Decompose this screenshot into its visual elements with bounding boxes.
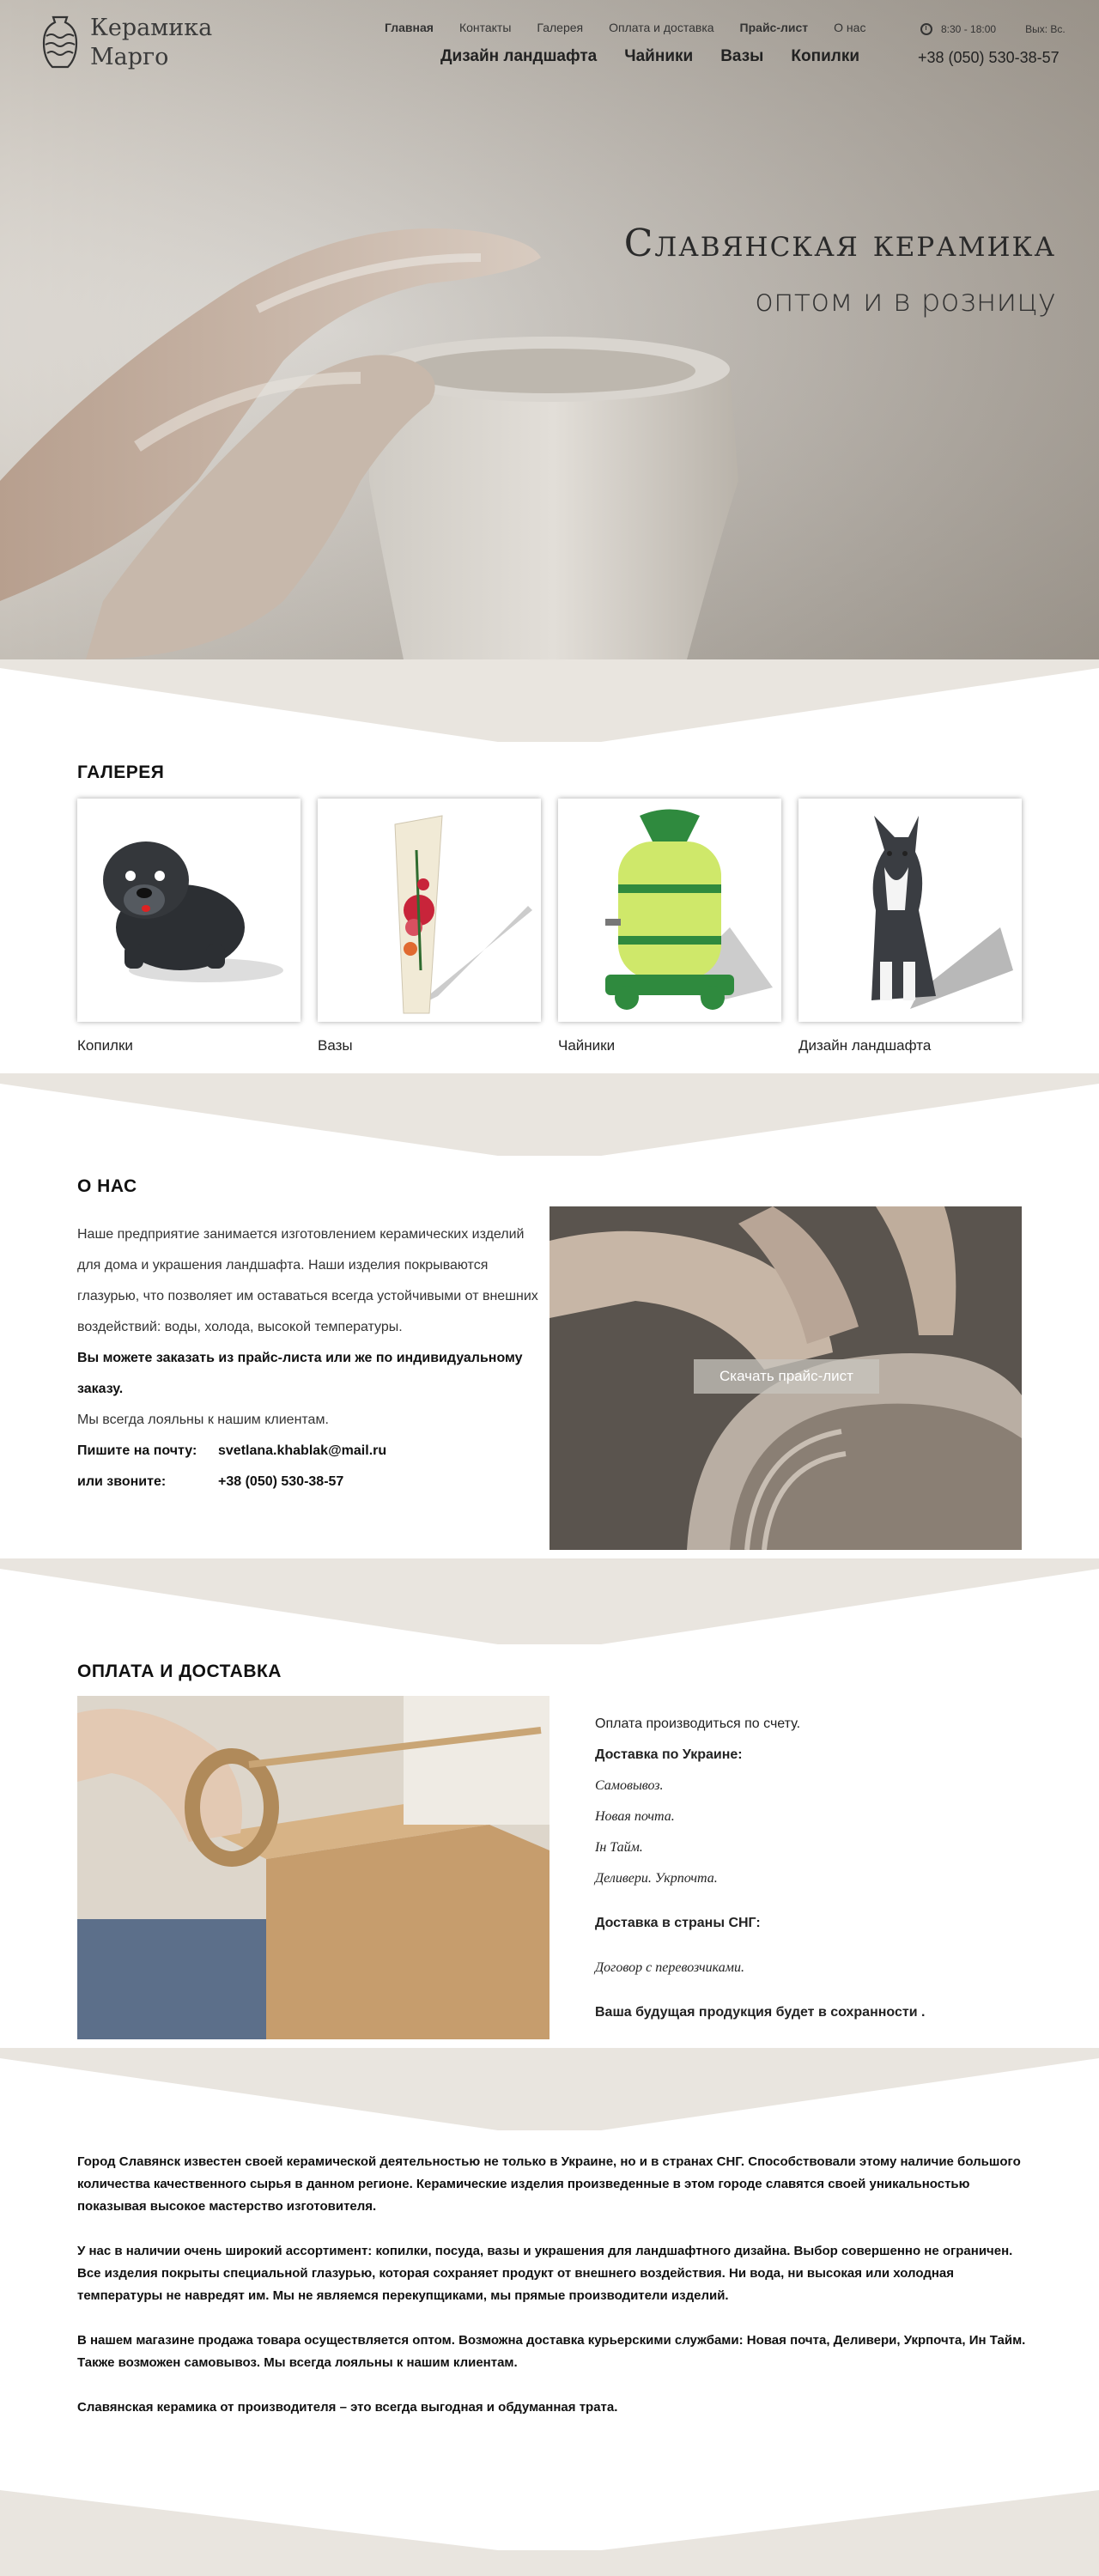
category-nav: Дизайн ландшафта Чайники Вазы Копилки: [440, 47, 887, 66]
logo-line-1: Керамика: [90, 15, 213, 41]
site-header: Керамика Марго Главная Контакты Галерея …: [0, 0, 1099, 82]
payment-line: Ін Тайм.: [595, 1840, 643, 1855]
phone-label: или звоните:: [77, 1474, 167, 1489]
days-off-text: Вых: Вс.: [1025, 23, 1066, 35]
payment-line: Деливери. Укрпочта.: [595, 1871, 718, 1886]
nav-link-vases[interactable]: Вазы: [720, 47, 763, 66]
working-hours: 8:30 - 18:00 Вых: Вс.: [920, 23, 1066, 35]
contact-phone-row: или звоните: +38 (050) 530-38-57: [77, 1467, 541, 1498]
top-nav: Главная Контакты Галерея Оплата и достав…: [385, 21, 891, 34]
gallery-item-teapots[interactable]: Чайники: [558, 799, 781, 1054]
payment-image: [77, 1696, 550, 2039]
gallery-item-vases[interactable]: Вазы: [318, 799, 541, 1054]
hero-subtitle: оптом и в розницу: [754, 283, 1056, 319]
about-text: Наше предприятие занимается изготовление…: [77, 1219, 541, 1498]
payment-info: Оплата производиться по счету. Доставка п…: [595, 1709, 1024, 2028]
email-label: Пишите на почту:: [77, 1443, 197, 1458]
logo-line-2: Марго: [90, 44, 169, 70]
barrel-teapot-image: [605, 809, 773, 1010]
gallery-label[interactable]: Чайники: [558, 1037, 781, 1054]
packing-box-image: [77, 1696, 550, 2039]
payment-line: Доставка по Украине:: [595, 1747, 743, 1762]
nav-link-payment[interactable]: Оплата и доставка: [609, 21, 713, 34]
about-paragraph: Наше предприятие занимается изготовление…: [77, 1227, 538, 1334]
payment-line: Доставка в страны СНГ:: [595, 1916, 761, 1930]
section-divider: [0, 659, 1099, 742]
header-phone[interactable]: +38 (050) 530-38-57: [918, 49, 1060, 67]
husky-figurine-image: [871, 816, 1013, 1009]
gallery-label[interactable]: Копилки: [77, 1037, 301, 1054]
about-heading: О НАС: [77, 1176, 137, 1196]
vase-image: [394, 815, 532, 1014]
seo-paragraph: У нас в наличии очень широкий ассортимен…: [77, 2244, 1013, 2303]
about-pottery-image: Скачать прайс-лист: [550, 1206, 1022, 1550]
hero-title: Славянская керамика: [623, 222, 1056, 265]
nav-link-gallery[interactable]: Галерея: [537, 21, 583, 34]
amphora-logo-icon: [42, 15, 78, 69]
payment-line: Договор с перевозчиками.: [595, 1960, 744, 1975]
phone-link[interactable]: +38 (050) 530-38-57: [218, 1467, 343, 1498]
clock-icon: [920, 23, 932, 35]
gallery-card[interactable]: [77, 799, 301, 1022]
section-divider: [0, 1558, 1099, 1644]
seo-text: Город Славянск известен своей керамическ…: [77, 2151, 1030, 2441]
gallery-item-piggybanks[interactable]: Копилки: [77, 799, 301, 1054]
nav-link-pricelist[interactable]: Прайс-лист: [740, 21, 809, 34]
payment-line: Новая почта.: [595, 1809, 675, 1824]
gallery-item-landscape[interactable]: Дизайн ландшафта: [798, 799, 1022, 1054]
footer-divider: [0, 2490, 1099, 2576]
about-loyal: Мы всегда лояльны к нашим клиентам.: [77, 1413, 329, 1427]
gallery-card[interactable]: [318, 799, 541, 1022]
section-divider: [0, 1073, 1099, 1156]
payment-line: Ваша будущая продукция будет в сохраннос…: [595, 2005, 926, 2020]
seo-paragraph: Славянская керамика от производителя – э…: [77, 2400, 618, 2415]
gallery-label[interactable]: Дизайн ландшафта: [798, 1037, 1022, 1054]
payment-line: Оплата производиться по счету.: [595, 1716, 801, 1731]
nav-link-landscape[interactable]: Дизайн ландшафта: [440, 47, 597, 66]
nav-link-teapots[interactable]: Чайники: [624, 47, 693, 66]
gallery-heading: ГАЛЕРЕЯ: [77, 762, 165, 782]
email-link[interactable]: svetlana.khablak@mail.ru: [218, 1436, 386, 1467]
section-divider: [0, 2048, 1099, 2130]
hero-pottery-image: [0, 0, 1099, 659]
gallery-card[interactable]: [798, 799, 1022, 1022]
dog-piggybank-image: [103, 841, 283, 982]
contact-email-row: Пишите на почту: svetlana.khablak@mail.r…: [77, 1436, 541, 1467]
seo-paragraph: В нашем магазине продажа товара осуществ…: [77, 2333, 1026, 2370]
payment-line: Самовывоз.: [595, 1778, 664, 1793]
seo-paragraph: Город Славянск известен своей керамическ…: [77, 2154, 1021, 2214]
nav-link-contacts[interactable]: Контакты: [459, 21, 511, 34]
about-order-note: Вы можете заказать из прайс-листа или же…: [77, 1351, 523, 1396]
gallery-card[interactable]: [558, 799, 781, 1022]
nav-link-home[interactable]: Главная: [385, 21, 434, 34]
logo[interactable]: Керамика Марго: [39, 14, 212, 72]
gallery-label[interactable]: Вазы: [318, 1037, 541, 1054]
hero-banner: Славянская керамика оптом и в розницу: [0, 0, 1099, 659]
nav-link-piggybanks[interactable]: Копилки: [791, 47, 859, 66]
hours-text: 8:30 - 18:00: [941, 23, 997, 35]
page: Славянская керамика оптом и в розницу Ке…: [0, 0, 1099, 2576]
nav-link-about[interactable]: О нас: [834, 21, 865, 34]
payment-heading: ОПЛАТА И ДОСТАВКА: [77, 1662, 282, 1681]
download-pricelist-button[interactable]: Скачать прайс-лист: [694, 1359, 879, 1394]
